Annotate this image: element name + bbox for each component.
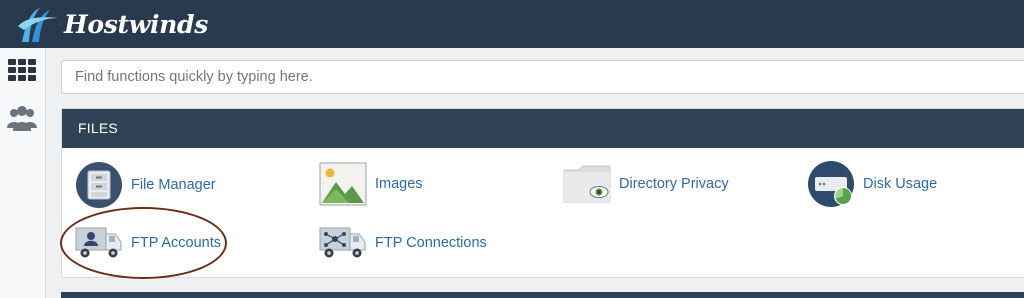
- landscape-image-icon: [319, 162, 367, 206]
- disk-pie-icon: [808, 161, 854, 207]
- folder-eye-icon: [563, 165, 611, 203]
- left-sidebar: [0, 48, 46, 298]
- brand-name: Hostwinds: [64, 9, 208, 39]
- images-label: Images: [375, 176, 423, 192]
- search-input[interactable]: [61, 60, 1024, 94]
- file-manager-label: File Manager: [131, 177, 216, 193]
- files-panel-header[interactable]: FILES: [62, 109, 1024, 148]
- ftp-accounts-link[interactable]: FTP Accounts: [75, 226, 221, 260]
- images-link[interactable]: Images: [319, 162, 423, 206]
- ftp-truck-network-icon: [319, 227, 366, 258]
- ftp-connections-label: FTP Connections: [375, 235, 487, 251]
- wave-logo-icon: [18, 8, 58, 42]
- ftp-truck-user-icon: [75, 227, 122, 258]
- file-cabinet-icon: [76, 162, 122, 208]
- users-icon[interactable]: [6, 102, 38, 134]
- next-panel-header: [61, 292, 1024, 298]
- directory-privacy-label: Directory Privacy: [619, 176, 729, 192]
- disk-usage-link[interactable]: Disk Usage: [807, 160, 937, 208]
- directory-privacy-link[interactable]: Directory Privacy: [563, 164, 729, 204]
- disk-usage-label: Disk Usage: [863, 176, 938, 192]
- file-manager-link[interactable]: File Manager: [75, 161, 216, 209]
- apps-grid-icon[interactable]: [6, 54, 38, 86]
- ftp-connections-link[interactable]: FTP Connections: [319, 226, 487, 260]
- brand-logo[interactable]: Hostwinds: [16, 4, 208, 44]
- top-navbar: Hostwinds: [0, 0, 1024, 48]
- ftp-accounts-label: FTP Accounts: [131, 235, 221, 251]
